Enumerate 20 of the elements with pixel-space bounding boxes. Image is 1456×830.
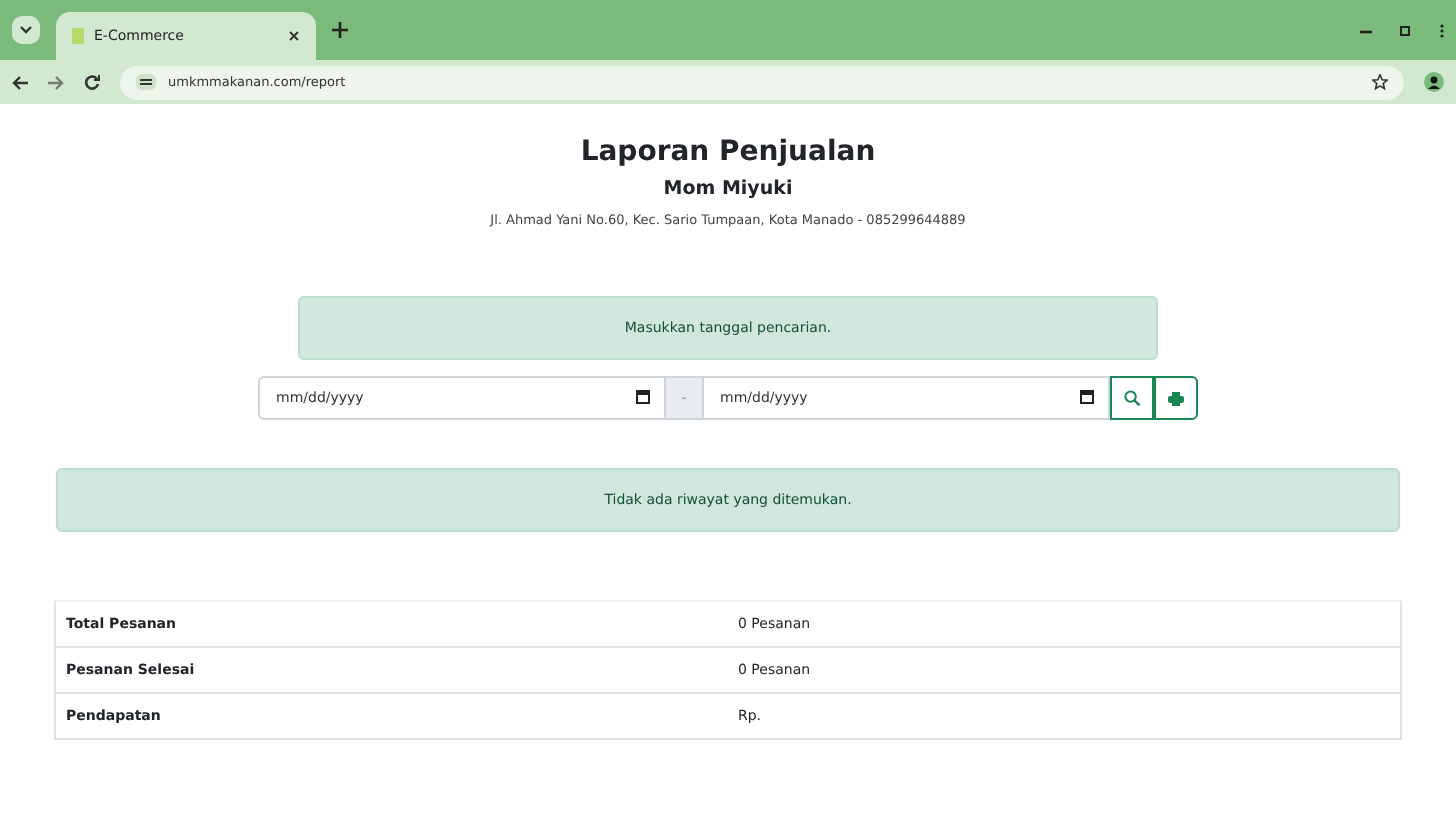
close-icon[interactable]: [288, 30, 300, 42]
store-name: Mom Miyuki: [663, 178, 793, 200]
back-icon[interactable]: [12, 75, 28, 89]
forward-icon[interactable]: [48, 75, 64, 89]
profile-icon[interactable]: [1424, 72, 1444, 92]
chevron-down-icon: [20, 26, 32, 34]
restore-icon[interactable]: [1400, 23, 1412, 35]
printer-icon: [1168, 391, 1184, 405]
site-settings-icon[interactable]: [136, 74, 156, 90]
calendar-icon[interactable]: [636, 390, 650, 404]
star-icon[interactable]: [1372, 74, 1388, 90]
search-icon: [1124, 390, 1140, 406]
new-tab-icon[interactable]: [332, 22, 348, 38]
page-icon: [72, 28, 84, 44]
calendar-icon[interactable]: [1080, 390, 1094, 404]
print-button[interactable]: [1154, 376, 1198, 420]
search-button[interactable]: [1110, 376, 1154, 420]
reload-icon[interactable]: [84, 74, 100, 90]
report-title: Laporan Penjualan: [580, 136, 876, 168]
tab-menu-button[interactable]: [12, 16, 40, 44]
